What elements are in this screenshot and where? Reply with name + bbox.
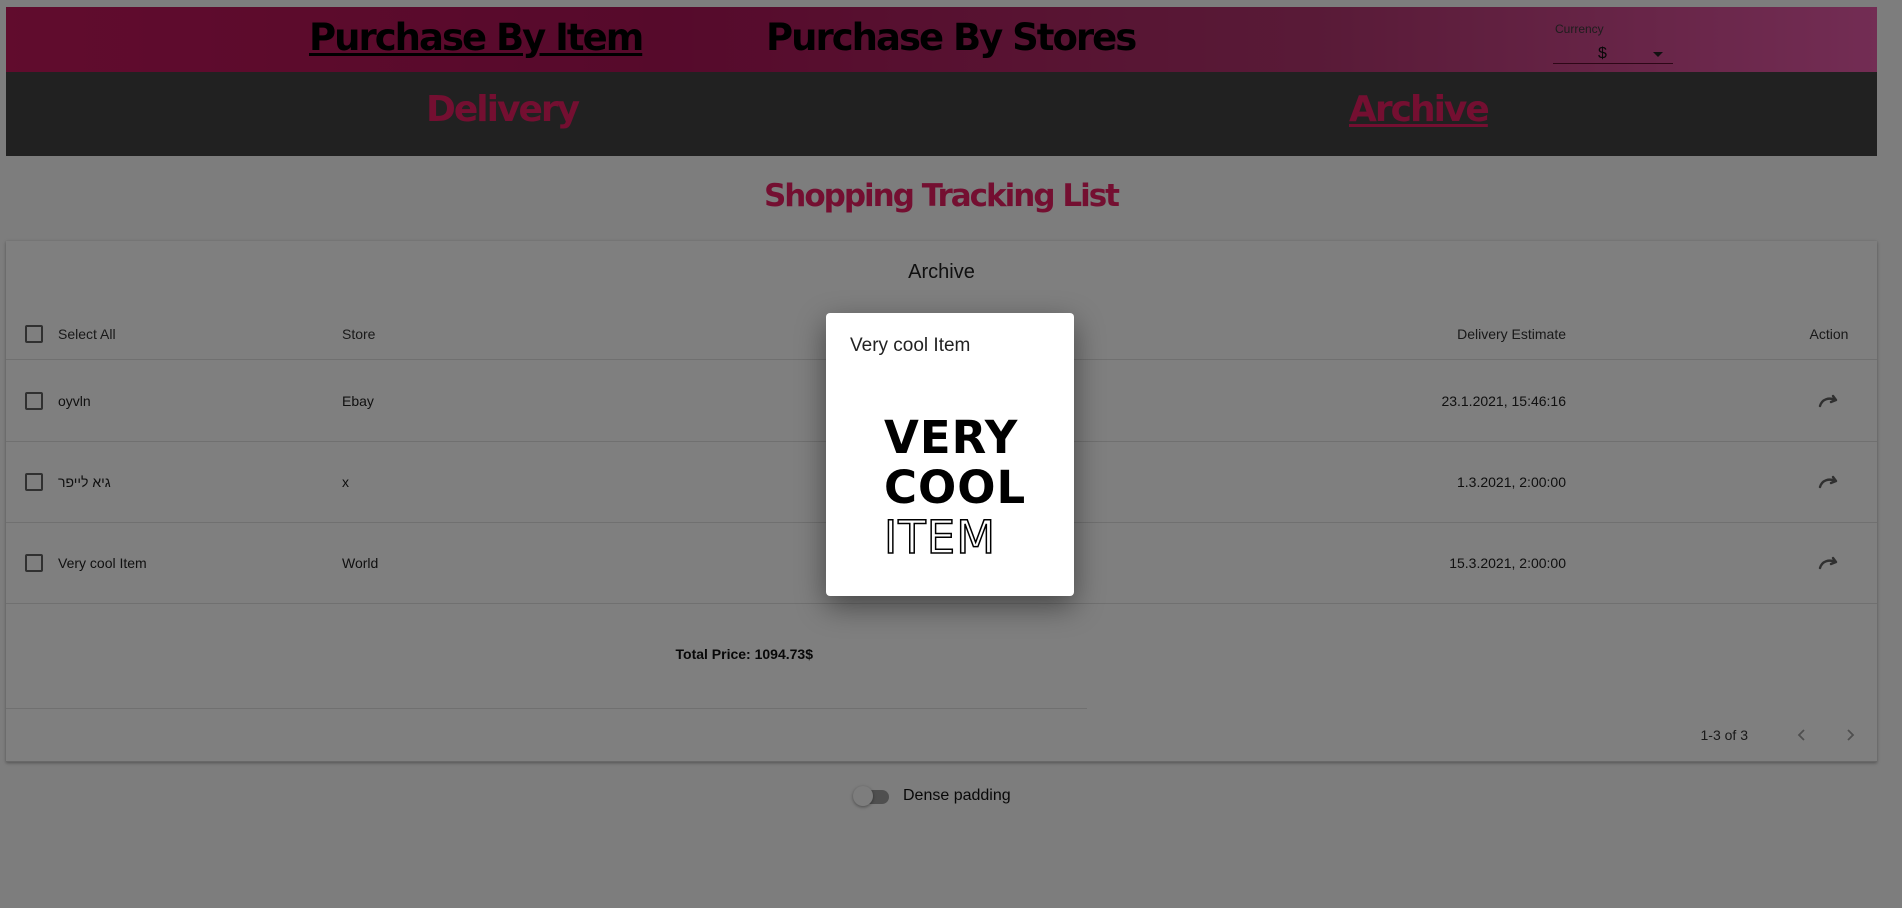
item-image: VERY COOL ITEM xyxy=(883,411,1044,564)
image-text-line: COOL xyxy=(884,461,1027,514)
dialog-title: Very cool Item xyxy=(850,335,971,356)
image-text-line: VERY xyxy=(884,411,1019,464)
page: Purchase By Item Purchase By Stores Curr… xyxy=(0,0,1902,908)
item-image-dialog: Very cool Item VERY COOL ITEM xyxy=(826,313,1074,596)
image-text-line: ITEM xyxy=(883,511,997,564)
